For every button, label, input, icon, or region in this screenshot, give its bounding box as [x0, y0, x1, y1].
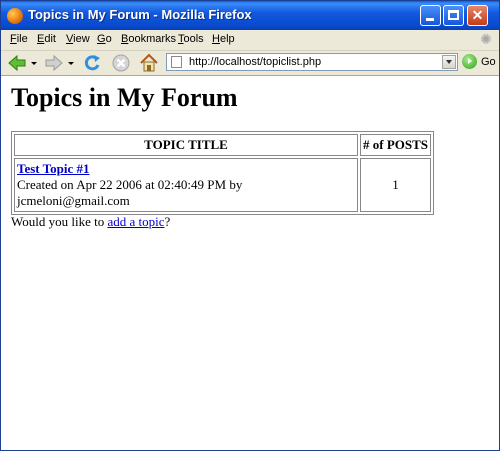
title-bar[interactable]: Topics in My Forum - Mozilla Firefox ✕ [1, 1, 499, 30]
reload-icon[interactable] [82, 53, 102, 73]
stop-icon[interactable] [111, 53, 131, 73]
menu-bookmarks[interactable]: Bookmarks [121, 33, 176, 45]
header-post-count: # of POSTS [360, 134, 432, 156]
close-button[interactable]: ✕ [467, 5, 488, 26]
back-history-dropdown[interactable] [31, 62, 37, 65]
go-icon[interactable] [462, 54, 477, 69]
back-arrow-icon[interactable] [7, 53, 27, 73]
maximize-button[interactable] [443, 5, 464, 26]
window-title: Topics in My Forum - Mozilla Firefox [28, 7, 252, 22]
table-row: Test Topic #1 Created on Apr 22 2006 at … [14, 158, 432, 212]
menu-edit[interactable]: Edit [37, 33, 56, 45]
minimize-button[interactable] [420, 5, 441, 26]
close-icon: ✕ [471, 7, 484, 23]
topic-meta: Created on Apr 22 2006 at 02:40:49 PM by… [17, 177, 243, 208]
forward-history-dropdown[interactable] [68, 62, 74, 65]
topics-table: TOPIC TITLE # of POSTS Test Topic #1 Cre… [11, 131, 435, 215]
throbber-icon: ✺ [480, 31, 492, 47]
menu-go[interactable]: Go [97, 33, 112, 45]
page-heading: Topics in My Forum [11, 83, 238, 112]
add-topic-prefix: Would you like to [11, 214, 108, 229]
home-icon[interactable] [139, 53, 159, 73]
page-icon [171, 56, 182, 68]
table-header-row: TOPIC TITLE # of POSTS [14, 134, 432, 156]
minimize-icon [426, 18, 434, 21]
header-topic-title: TOPIC TITLE [14, 134, 358, 156]
go-label[interactable]: Go [481, 56, 496, 68]
url-bar[interactable]: http://localhost/topiclist.php [166, 53, 458, 71]
browser-window: Topics in My Forum - Mozilla Firefox ✕ F… [0, 0, 500, 451]
menu-view[interactable]: View [66, 33, 90, 45]
topic-cell: Test Topic #1 Created on Apr 22 2006 at … [14, 158, 358, 212]
add-topic-suffix: ? [164, 214, 171, 229]
url-dropdown-button[interactable] [442, 55, 456, 69]
menu-file[interactable]: File [10, 33, 28, 45]
menu-bar: File Edit View Go Bookmarks Tools Help [1, 30, 499, 51]
menu-help[interactable]: Help [212, 33, 235, 45]
page-content: Topics in My Forum TOPIC TITLE # of POST… [1, 76, 499, 450]
navigation-toolbar: http://localhost/topiclist.php Go [1, 51, 499, 76]
forward-arrow-icon[interactable] [44, 53, 64, 73]
topic-link[interactable]: Test Topic #1 [17, 161, 90, 176]
add-topic-prompt: Would you like to add a topic? [11, 214, 170, 230]
url-text[interactable]: http://localhost/topiclist.php [189, 56, 321, 68]
add-topic-link[interactable]: add a topic [107, 214, 164, 229]
post-count: 1 [360, 158, 432, 212]
menu-tools[interactable]: Tools [178, 33, 204, 45]
maximize-icon [448, 10, 459, 20]
firefox-icon [7, 8, 23, 24]
